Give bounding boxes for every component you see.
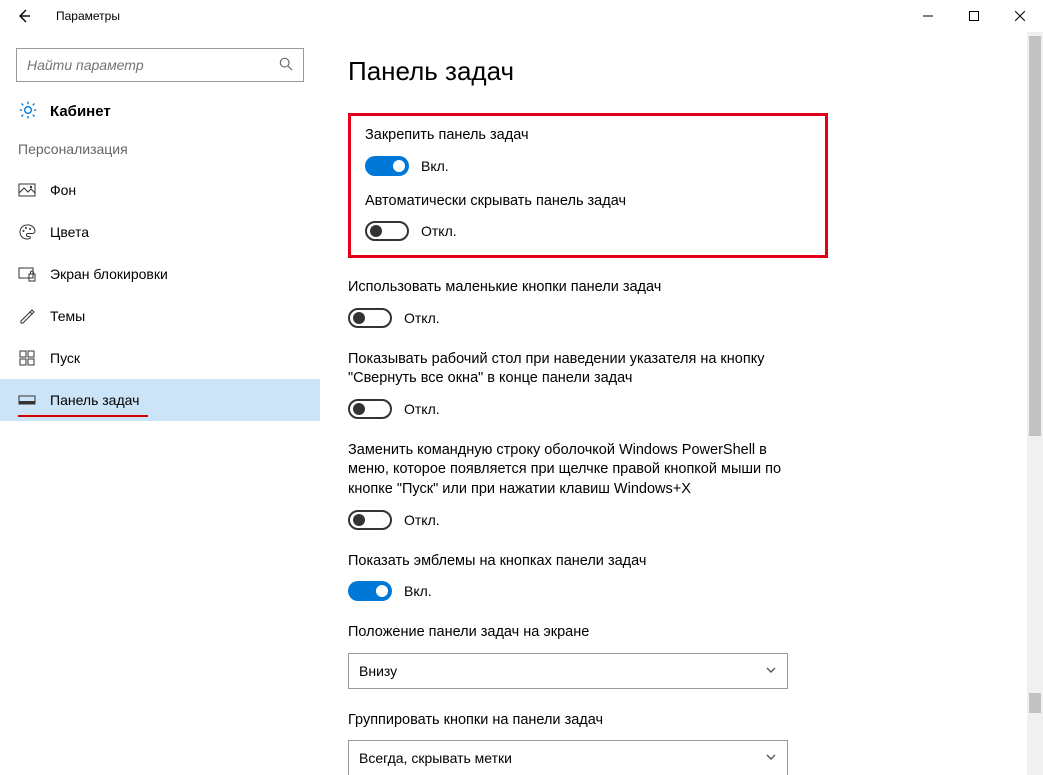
palette-icon [18, 223, 36, 241]
toggle-status: Вкл. [404, 583, 432, 599]
setting-small-buttons: Использовать маленькие кнопки панели зад… [348, 278, 808, 328]
scrollbar-thumb[interactable] [1029, 36, 1041, 436]
setting-peek: Показывать рабочий стол при наведении ук… [348, 350, 808, 419]
toggle-small-buttons[interactable] [348, 308, 392, 328]
taskbar-icon [18, 391, 36, 409]
toggle-powershell[interactable] [348, 510, 392, 530]
titlebar: Параметры [0, 0, 1043, 32]
home-label: Кабинет [50, 103, 111, 120]
arrow-left-icon [16, 8, 32, 24]
back-button[interactable] [0, 0, 48, 32]
toggle-badges[interactable] [348, 581, 392, 601]
sidebar-item-label: Экран блокировки [50, 266, 168, 282]
close-icon [1015, 11, 1025, 21]
setting-taskbar-position: Положение панели задач на экране Внизу [348, 623, 808, 689]
toggle-lock-taskbar[interactable] [365, 156, 409, 176]
section-header: Персонализация [0, 137, 320, 169]
sidebar-item-label: Фон [50, 182, 76, 198]
page-title: Панель задач [348, 56, 1019, 87]
setting-label: Группировать кнопки на панели задач [348, 711, 808, 731]
search-icon [279, 57, 293, 74]
home-button[interactable]: Кабинет [0, 94, 320, 137]
toggle-status: Откл. [404, 401, 440, 417]
toggle-status: Откл. [404, 310, 440, 326]
toggle-peek[interactable] [348, 399, 392, 419]
maximize-icon [969, 11, 979, 21]
setting-lock-taskbar: Закрепить панель задач Вкл. [365, 126, 811, 176]
toggle-autohide[interactable] [365, 221, 409, 241]
sidebar-item-label: Панель задач [50, 392, 139, 408]
content-area: Панель задач Закрепить панель задач Вкл.… [320, 32, 1043, 775]
sidebar-item-lockscreen[interactable]: Экран блокировки [0, 253, 320, 295]
chevron-down-icon [765, 750, 777, 766]
picture-icon [18, 181, 36, 199]
start-icon [18, 349, 36, 367]
sidebar-item-label: Пуск [50, 350, 80, 366]
setting-label: Заменить командную строку оболочкой Wind… [348, 441, 808, 500]
annotation-underline [18, 415, 148, 417]
chevron-down-icon [765, 663, 777, 679]
annotation-frame: Закрепить панель задач Вкл. Автоматическ… [348, 113, 828, 258]
lockscreen-icon [18, 265, 36, 283]
sidebar-item-start[interactable]: Пуск [0, 337, 320, 379]
search-input[interactable] [27, 57, 279, 73]
toggle-status: Вкл. [421, 158, 449, 174]
sidebar-item-colors[interactable]: Цвета [0, 211, 320, 253]
dropdown-taskbar-position[interactable]: Внизу [348, 653, 788, 689]
setting-label: Автоматически скрывать панель задач [365, 192, 811, 212]
toggle-status: Откл. [404, 512, 440, 528]
setting-label: Показать эмблемы на кнопках панели задач [348, 552, 808, 572]
search-box[interactable] [16, 48, 304, 82]
sidebar-item-background[interactable]: Фон [0, 169, 320, 211]
maximize-button[interactable] [951, 0, 997, 32]
setting-label: Положение панели задач на экране [348, 623, 808, 643]
sidebar-item-themes[interactable]: Темы [0, 295, 320, 337]
sidebar-item-label: Темы [50, 308, 85, 324]
minimize-button[interactable] [905, 0, 951, 32]
toggle-status: Откл. [421, 223, 457, 239]
scrollbar-thumb[interactable] [1029, 693, 1041, 713]
setting-label: Показывать рабочий стол при наведении ук… [348, 350, 808, 389]
setting-autohide: Автоматически скрывать панель задач Откл… [365, 192, 811, 242]
sidebar-item-taskbar[interactable]: Панель задач [0, 379, 320, 421]
sidebar: Кабинет Персонализация Фон Цвета Экран б… [0, 32, 320, 775]
window-controls [905, 0, 1043, 32]
setting-label: Использовать маленькие кнопки панели зад… [348, 278, 808, 298]
window-title: Параметры [56, 9, 120, 23]
setting-powershell: Заменить командную строку оболочкой Wind… [348, 441, 808, 530]
setting-grouping: Группировать кнопки на панели задач Всег… [348, 711, 808, 775]
themes-icon [18, 307, 36, 325]
setting-badges: Показать эмблемы на кнопках панели задач… [348, 552, 808, 602]
setting-label: Закрепить панель задач [365, 126, 811, 146]
dropdown-grouping[interactable]: Всегда, скрывать метки [348, 740, 788, 775]
minimize-icon [923, 11, 933, 21]
close-button[interactable] [997, 0, 1043, 32]
sidebar-item-label: Цвета [50, 224, 89, 240]
gear-icon [18, 100, 38, 123]
dropdown-value: Всегда, скрывать метки [359, 750, 512, 766]
scrollbar[interactable] [1027, 32, 1043, 775]
dropdown-value: Внизу [359, 663, 397, 679]
